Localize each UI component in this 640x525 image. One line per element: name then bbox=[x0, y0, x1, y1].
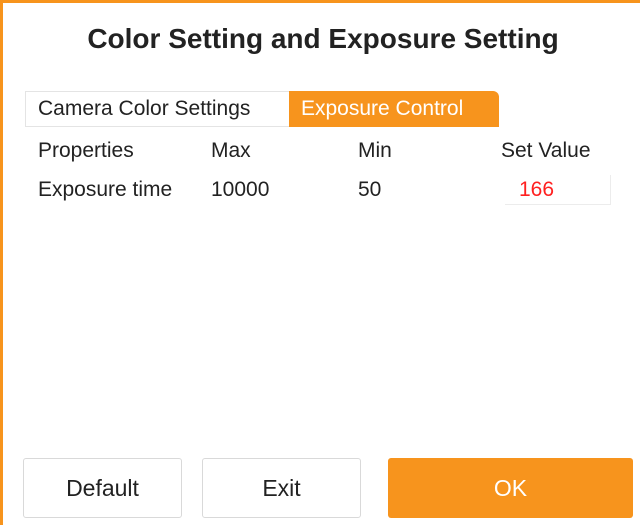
ok-button[interactable]: OK bbox=[388, 458, 633, 518]
tab-exposure-control[interactable]: Exposure Control bbox=[289, 91, 499, 127]
table-header-row: Properties Max Min Set Value bbox=[38, 136, 618, 166]
table-row: Exposure time 10000 50 bbox=[38, 175, 618, 205]
dialog-title: Color Setting and Exposure Setting bbox=[87, 23, 559, 54]
min-value: 50 bbox=[358, 178, 382, 201]
header-max: Max bbox=[211, 139, 251, 162]
color-exposure-dialog: Color Setting and Exposure Setting Camer… bbox=[0, 0, 640, 525]
header-properties: Properties bbox=[38, 139, 134, 162]
exit-button[interactable]: Exit bbox=[202, 458, 361, 518]
settings-tabs: Camera Color Settings Exposure Control bbox=[25, 91, 499, 127]
tab-label: Camera Color Settings bbox=[38, 97, 251, 120]
tab-camera-color-settings[interactable]: Camera Color Settings bbox=[25, 91, 289, 127]
tab-label: Exposure Control bbox=[301, 97, 464, 120]
property-name: Exposure time bbox=[38, 178, 173, 201]
header-set-value: Set Value bbox=[501, 139, 591, 162]
default-button[interactable]: Default bbox=[23, 458, 182, 518]
exposure-time-input[interactable] bbox=[505, 175, 611, 205]
max-value: 10000 bbox=[211, 178, 270, 201]
header-min: Min bbox=[358, 139, 392, 162]
